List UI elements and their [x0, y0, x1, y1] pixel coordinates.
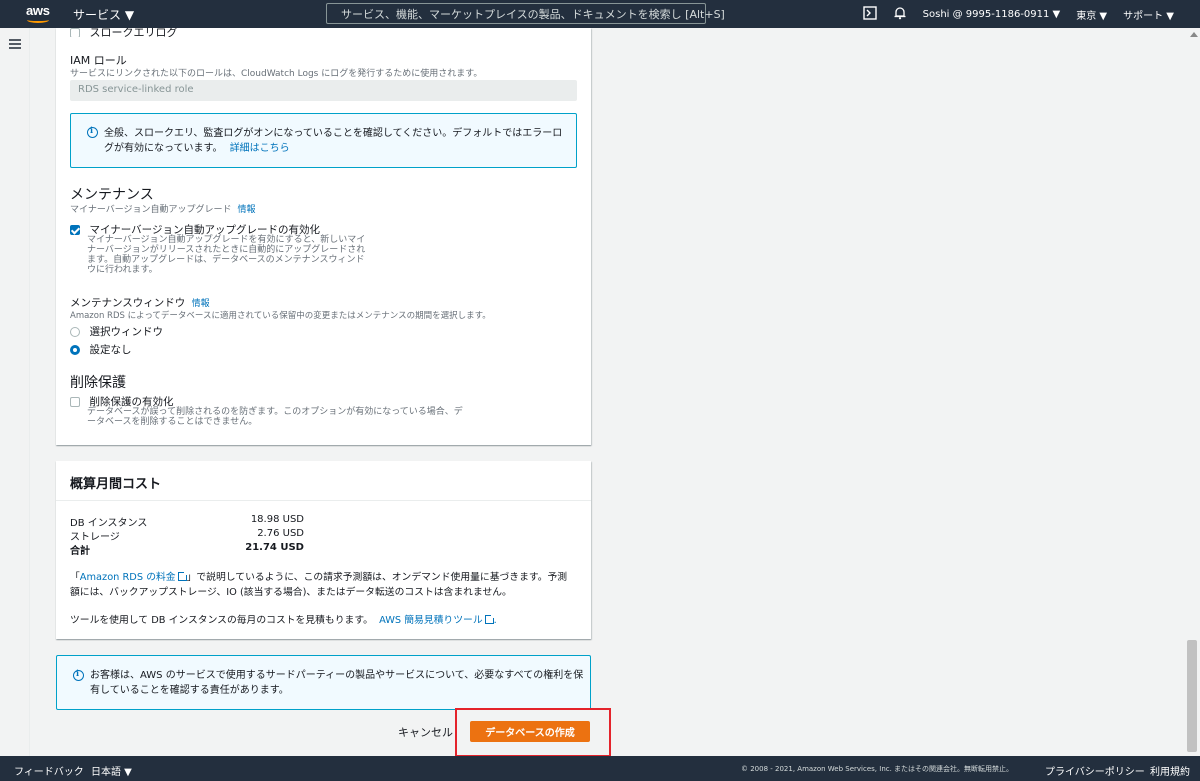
slow-query-label: スロークエリログ — [89, 28, 178, 37]
cost-tool-note: ツールを使用して DB インスタンスの毎月のコストを見積もります。 AWS 簡易… — [70, 612, 497, 626]
iam-role-desc: サービスにリンクされた以下のロールは、CloudWatch Logs にログを発… — [70, 69, 483, 79]
account-menu[interactable]: Soshi @ 9995-1186-0911 ▼ — [923, 9, 1061, 20]
divider — [56, 500, 591, 501]
learn-more-link[interactable]: 詳細はこちら — [230, 143, 290, 154]
notice-text: お客様は、AWS のサービスで使用するサードパーティーの製品やサービスについて、… — [90, 668, 583, 698]
maintenance-subtitle: マイナーバージョン自動アップグレード 情報 — [70, 202, 255, 215]
auto-upgrade-desc: マイナーバージョン自動アップグレードを有効にすると、新しいマイ ナーバージョンが… — [87, 235, 365, 275]
iam-role-field: RDS service-linked role — [70, 80, 577, 101]
cost-row-total: 合計 21.74 USD — [70, 542, 304, 557]
radio-no-preference-button[interactable] — [70, 345, 80, 355]
privacy-policy-link[interactable]: プライバシーポリシー — [1045, 763, 1145, 778]
deletion-protection-title: 削除保護 — [70, 375, 126, 391]
deletion-protection-desc: データベースが誤って削除されるのを防ぎます。このオプションが有効になっている場合… — [87, 407, 463, 427]
side-rail — [0, 28, 30, 756]
terms-link[interactable]: 利用規約 — [1150, 763, 1190, 778]
info-icon — [87, 125, 98, 138]
aws-smile-icon — [27, 17, 49, 23]
cost-tool-text: ツールを使用して DB インスタンスの毎月のコストを見積もります。 — [70, 615, 373, 626]
cloudshell-button[interactable] — [862, 5, 877, 23]
cancel-button[interactable]: キャンセル — [398, 724, 453, 740]
auto-upgrade-desc-line: ます。自動アップグレードは、データベースのメンテナンスウィンド — [87, 255, 365, 265]
search-placeholder: サービス、機能、マーケットプレイスの製品、ドキュメントを検索し [Alt+S] — [341, 7, 725, 21]
auto-upgrade-desc-line: ナーバージョンがリリースされたときに自動的にアップグレードされ — [87, 245, 366, 255]
nav-right: Soshi @ 9995-1186-0911 ▼ 東京 ▼ サポート ▼ — [862, 0, 1200, 28]
cost-note-line1: 」で説明しているように、この請求予測額は、オンデマンド使用量に基づきます。予測 — [186, 572, 568, 583]
third-party-notice: お客様は、AWS のサービスで使用するサードパーティーの製品やサービスについて、… — [56, 655, 591, 710]
slow-query-checkbox[interactable] — [70, 28, 80, 37]
maintenance-window-title-text: メンテナンスウィンドウ — [70, 297, 186, 309]
radio-select-window-button[interactable] — [70, 327, 80, 337]
menu-icon[interactable] — [9, 39, 21, 49]
cloudshell-icon — [862, 5, 877, 20]
cost-note: 「Amazon RDS の料金 」で説明しているように、この請求予測額は、オンデマ… — [70, 570, 567, 600]
radio-no-preference[interactable]: 設定なし — [70, 342, 132, 357]
cost-row-storage: ストレージ 2.76 USD — [70, 528, 304, 543]
rds-pricing-link-text: Amazon RDS の料金 — [79, 572, 176, 583]
deletion-desc-line: データベースが誤って削除されるのを防ぎます。このオプションが有効になっている場合… — [87, 407, 463, 417]
external-link-icon — [177, 571, 188, 581]
maintenance-window-desc: Amazon RDS によってデータベースに適用されている保留中の変更またはメン… — [70, 311, 491, 321]
pricing-calculator-link[interactable]: AWS 簡易見積りツール. — [379, 614, 497, 626]
region-menu[interactable]: 東京 ▼ — [1076, 7, 1107, 22]
copyright-text: © 2008 - 2021, Amazon Web Services, Inc.… — [741, 765, 1014, 773]
notifications-button[interactable] — [893, 6, 907, 23]
notice-line1: お客様は、AWS のサービスで使用するサードパーティーの製品やサービスについて、… — [90, 670, 584, 681]
language-selector[interactable]: 日本語 ▼ — [91, 763, 132, 778]
support-menu[interactable]: サポート ▼ — [1123, 7, 1174, 22]
scrollbar-thumb[interactable] — [1187, 640, 1197, 752]
logs-info-line2: グが有効になっています。 — [104, 143, 223, 154]
cost-value: 21.74 USD — [245, 542, 304, 553]
bell-icon — [894, 6, 906, 19]
auto-upgrade-info-link[interactable]: 情報 — [237, 205, 255, 215]
notice-line2: 有していることを確認する責任があります。 — [90, 685, 289, 696]
logs-info-line1: 全般、スロークエリ、監査ログがオンになっていることを確認してください。デフォルト… — [104, 128, 563, 139]
feedback-link[interactable]: フィードバック — [14, 763, 84, 778]
top-nav: aws サービス ▼ サービス、機能、マーケットプレイスの製品、ドキュメントを検… — [0, 0, 1200, 28]
maintenance-window-title: メンテナンスウィンドウ 情報 — [70, 295, 210, 310]
external-link-icon — [484, 614, 495, 624]
cost-value: 2.76 USD — [257, 528, 304, 539]
aws-logo[interactable]: aws — [26, 4, 52, 24]
logs-info-box: 全般、スロークエリ、監査ログがオンになっていることを確認してください。デフォルト… — [70, 113, 577, 168]
radio-select-window[interactable]: 選択ウィンドウ — [70, 324, 163, 339]
highlight-box — [455, 708, 611, 757]
maintenance-title: メンテナンス — [70, 187, 154, 203]
cost-row-instance: DB インスタンス 18.98 USD — [70, 514, 304, 529]
cost-note-prefix: 「 — [70, 572, 80, 583]
cost-label: 合計 — [70, 546, 90, 557]
radio-no-preference-label: 設定なし — [89, 344, 132, 356]
info-icon — [73, 668, 84, 681]
deletion-desc-line: ータベースを削除することはできません。 — [87, 417, 258, 427]
search-bar[interactable]: サービス、機能、マーケットプレイスの製品、ドキュメントを検索し [Alt+S] — [326, 3, 725, 24]
services-menu[interactable]: サービス ▼ — [73, 6, 134, 23]
auto-upgrade-checkbox[interactable] — [70, 225, 80, 235]
auto-upgrade-desc-line: ウに行われます。 — [87, 265, 158, 275]
cost-note-line2: 額には、バックアップストレージ、IO (該当する場合)、またはデータ転送のコスト… — [70, 587, 512, 598]
footer: フィードバック 日本語 ▼ © 2008 - 2021, Amazon Web … — [0, 756, 1200, 781]
rds-pricing-link[interactable]: Amazon RDS の料金 — [79, 571, 188, 583]
aws-logo-text: aws — [26, 3, 50, 18]
scroll-up-icon[interactable] — [1190, 32, 1198, 37]
slow-query-log-option[interactable]: スロークエリログ — [70, 28, 178, 37]
maintenance-window-info-link[interactable]: 情報 — [192, 299, 210, 309]
cost-value: 18.98 USD — [250, 514, 304, 525]
auto-upgrade-desc-line: マイナーバージョン自動アップグレードを有効にすると、新しいマイ — [87, 235, 366, 245]
logs-info-text: 全般、スロークエリ、監査ログがオンになっていることを確認してください。デフォルト… — [104, 126, 562, 156]
auto-upgrade-subtitle: マイナーバージョン自動アップグレード — [70, 205, 232, 215]
pricing-calculator-link-text: AWS 簡易見積りツール — [379, 615, 483, 626]
deletion-protection-checkbox[interactable] — [70, 397, 80, 407]
radio-select-window-label: 選択ウィンドウ — [89, 326, 164, 338]
monthly-cost-title: 概算月間コスト — [70, 477, 162, 492]
